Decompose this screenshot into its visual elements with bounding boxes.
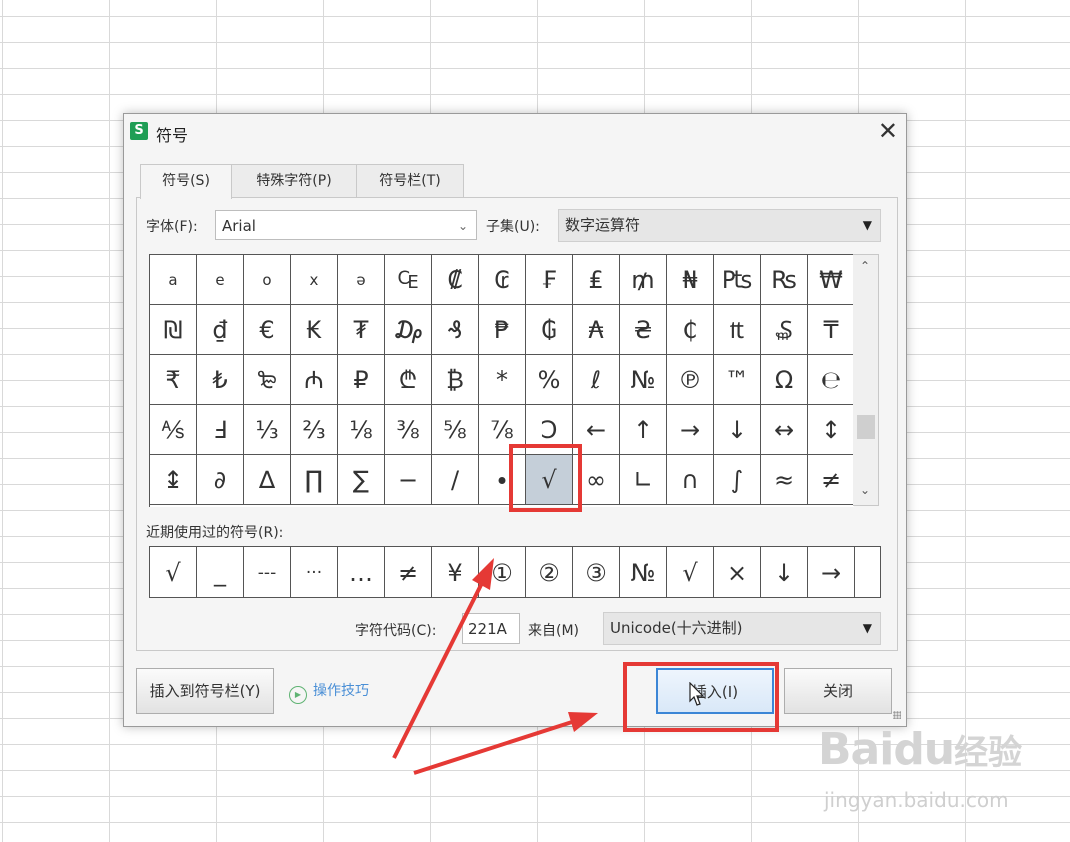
tab-symbols[interactable]: 符号(S) <box>140 164 232 199</box>
baidu-watermark-logo: Baidu经验 jingyan.baidu.com <box>818 724 1023 812</box>
arrow-line-to-insert <box>413 720 573 775</box>
arrow-line-to-recent <box>392 582 484 759</box>
arrowhead-to-insert <box>568 712 598 732</box>
mouse-cursor-icon <box>689 682 705 706</box>
annotation-arrows <box>392 558 598 775</box>
arrowhead-to-recent <box>472 558 494 590</box>
